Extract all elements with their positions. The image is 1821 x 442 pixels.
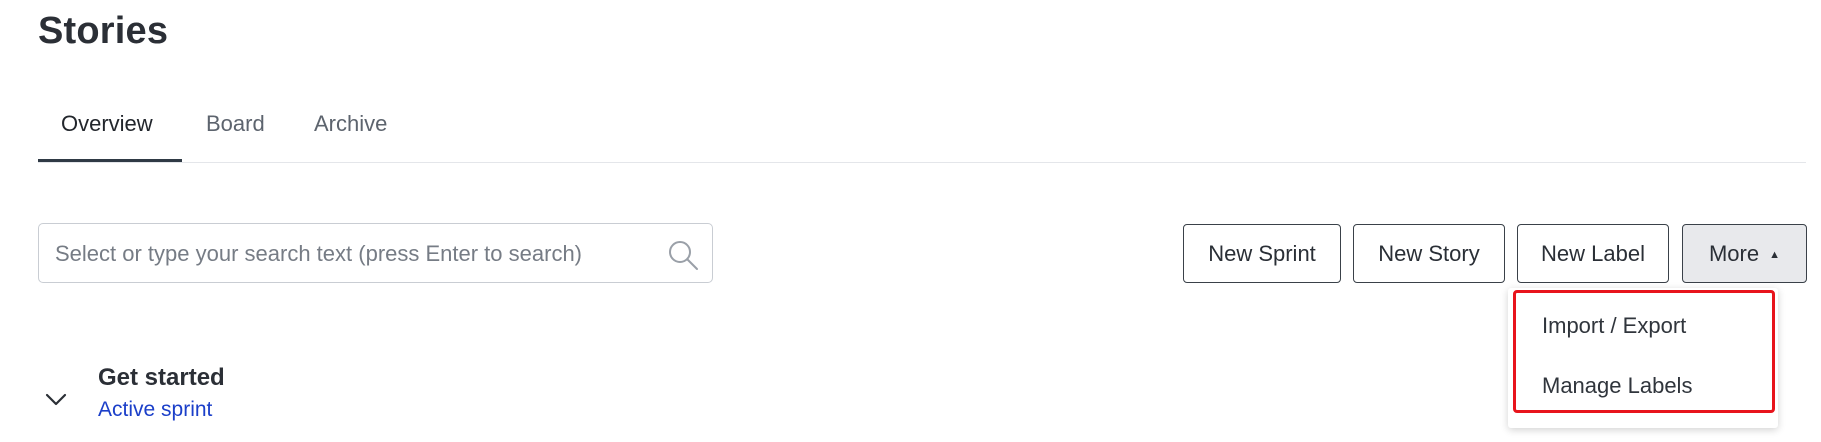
menu-item-manage-labels[interactable]: Manage Labels [1542, 366, 1692, 406]
more-button[interactable]: More ▲ [1682, 224, 1807, 283]
active-tab-indicator [38, 159, 182, 162]
new-story-button[interactable]: New Story [1353, 224, 1505, 283]
chevron-down-icon[interactable] [42, 385, 70, 413]
menu-item-import-export[interactable]: Import / Export [1542, 306, 1686, 346]
tab-overview[interactable]: Overview [61, 100, 153, 162]
new-label-button[interactable]: New Label [1517, 224, 1669, 283]
tab-archive[interactable]: Archive [314, 100, 387, 162]
tab-board[interactable]: Board [206, 100, 265, 162]
section-subtitle: Active sprint [98, 398, 213, 421]
new-sprint-button[interactable]: New Sprint [1183, 224, 1341, 283]
more-dropdown-menu: Import / Export Manage Labels [1508, 288, 1778, 428]
search-input[interactable] [53, 224, 657, 284]
section-title: Get started [98, 364, 225, 391]
page-title: Stories [38, 10, 169, 52]
search-icon[interactable] [666, 238, 700, 272]
more-button-label: More [1708, 241, 1760, 266]
tab-bar: Overview Board Archive [38, 100, 1806, 163]
search-box [38, 223, 713, 284]
caret-up-icon: ▲ [1769, 248, 1780, 261]
